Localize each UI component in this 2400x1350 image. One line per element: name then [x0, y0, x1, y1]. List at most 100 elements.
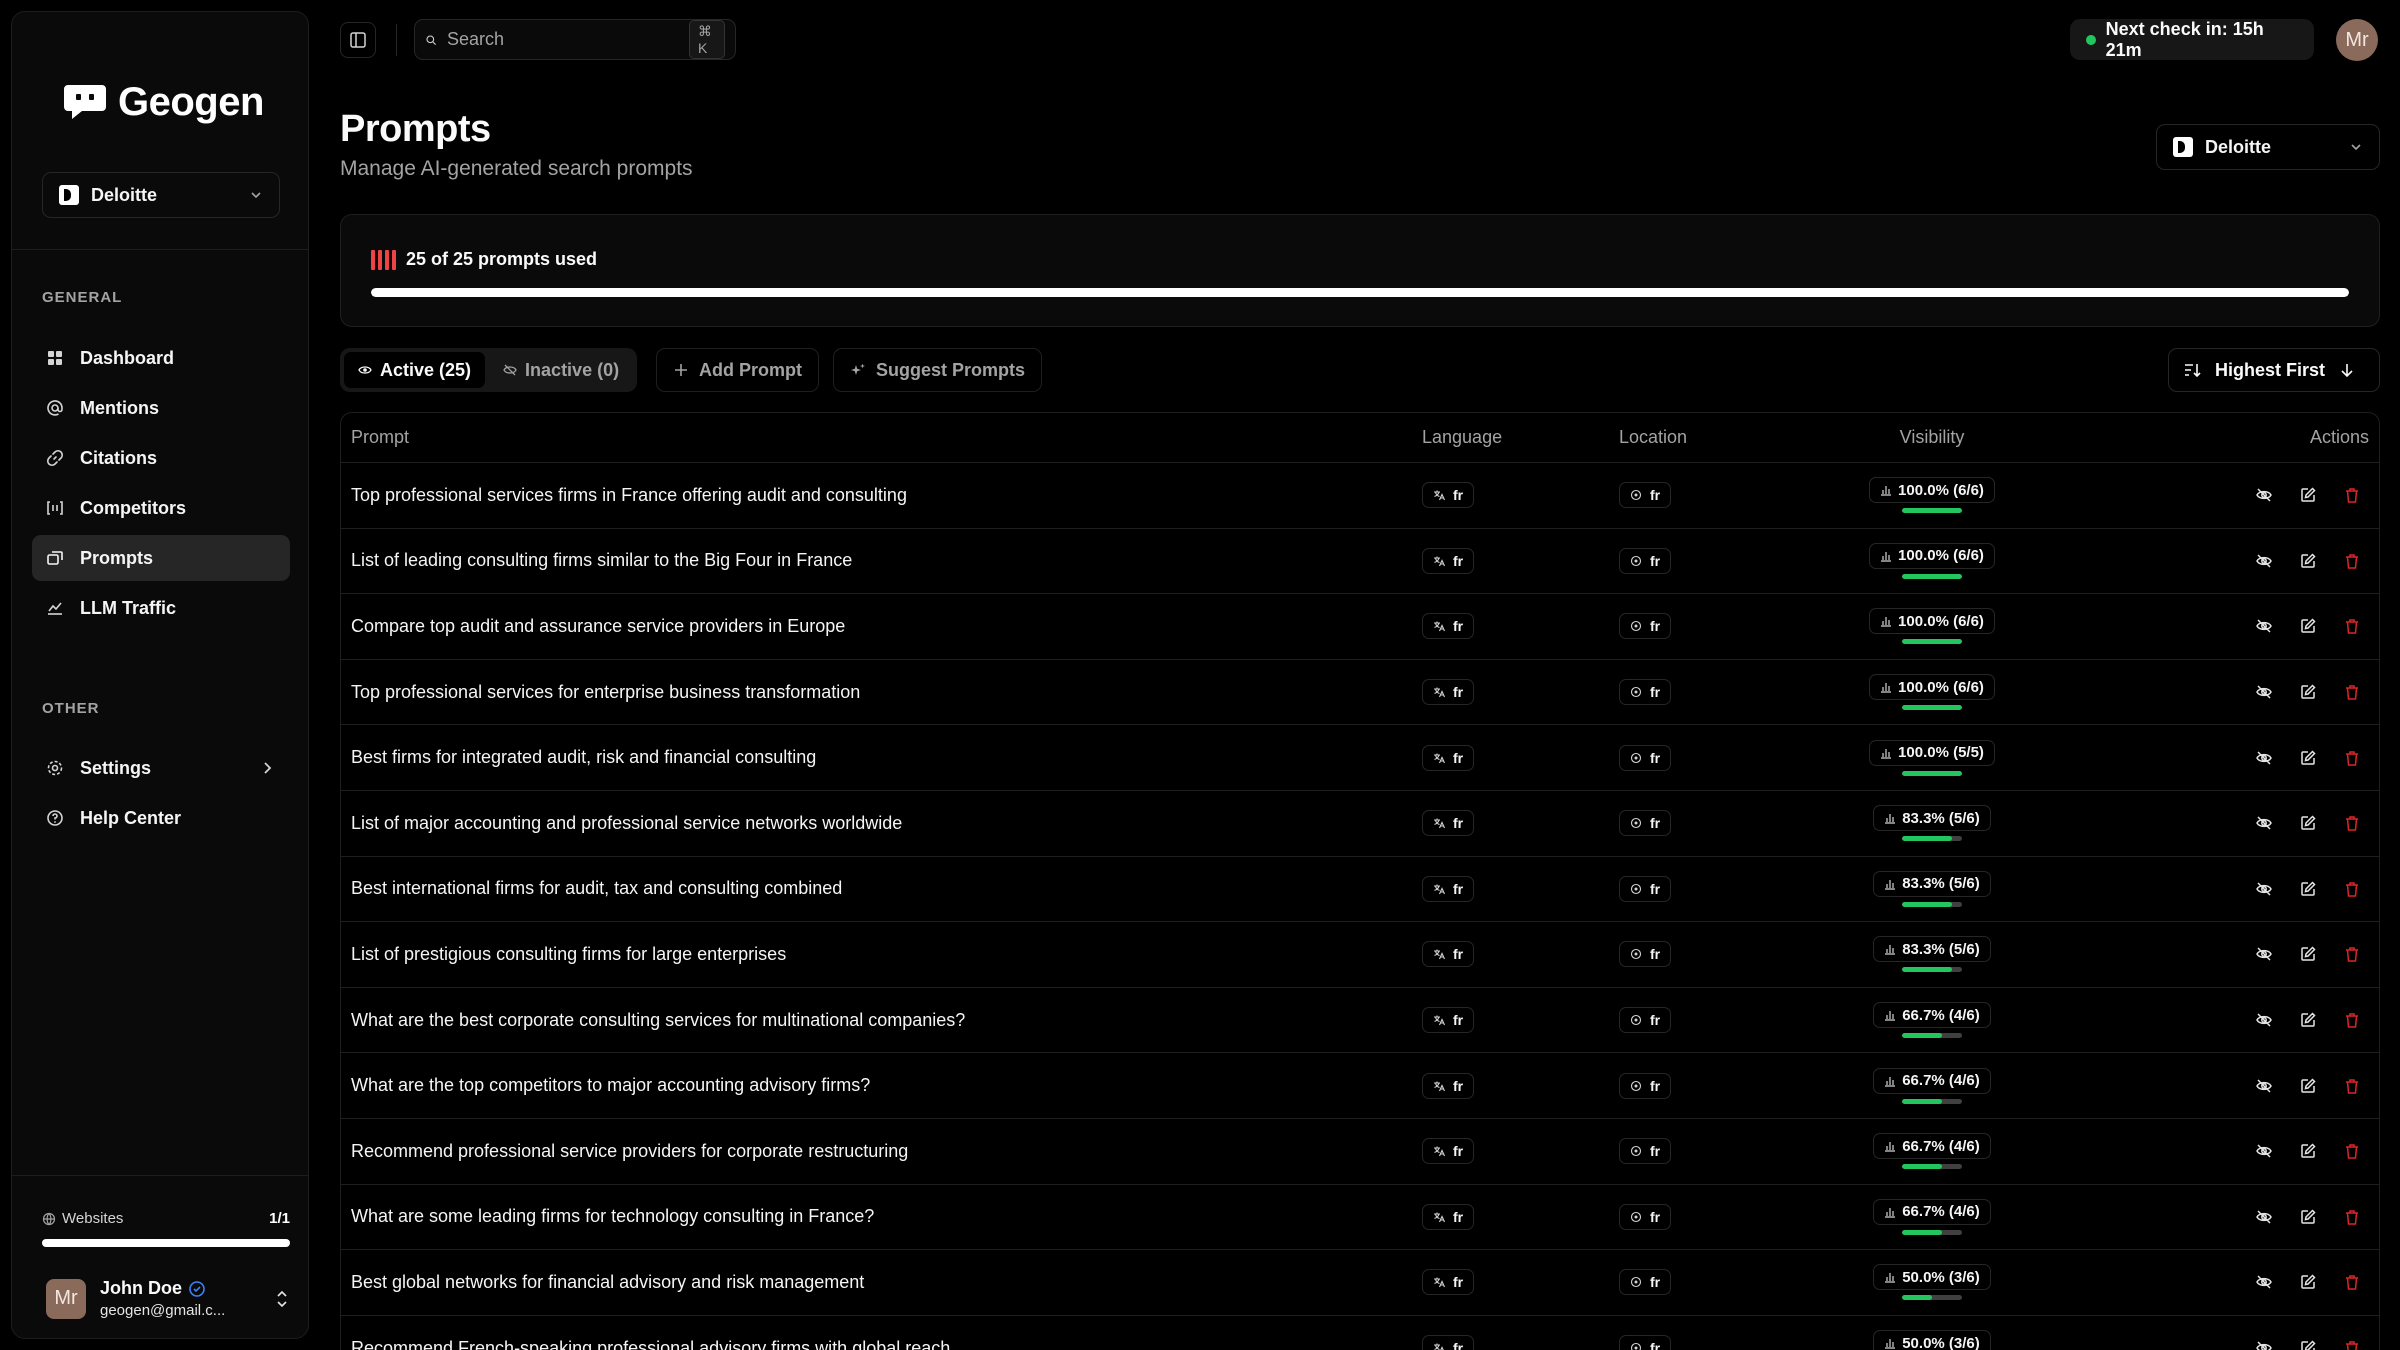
table-row[interactable]: Top professional services for enterprise… — [341, 660, 2379, 726]
add-prompt-button[interactable]: Add Prompt — [656, 348, 819, 392]
location-code: fr — [1650, 880, 1661, 897]
delete-button[interactable] — [2343, 1142, 2361, 1160]
search-input[interactable] — [446, 29, 679, 50]
delete-button[interactable] — [2343, 814, 2361, 832]
delete-button[interactable] — [2343, 683, 2361, 701]
geogen-logo-icon — [64, 85, 106, 119]
visibility-progress-bar — [1902, 573, 1962, 579]
bar-chart-icon — [1881, 683, 1892, 693]
sidebar-item-llm-traffic[interactable]: LLM Traffic — [32, 585, 290, 631]
trash-icon — [2346, 1275, 2358, 1291]
column-header-location[interactable]: Location — [1619, 427, 1819, 448]
location-badge: fr — [1619, 613, 1672, 640]
user-avatar-button[interactable]: Mr — [2336, 19, 2378, 61]
delete-button[interactable] — [2343, 1339, 2361, 1350]
sidebar-item-mentions[interactable]: Mentions — [32, 385, 290, 431]
visibility-progress-fill — [1902, 573, 1962, 579]
table-row[interactable]: Compare top audit and assurance service … — [341, 594, 2379, 660]
languages-icon — [1434, 621, 1445, 632]
edit-button[interactable] — [2299, 1339, 2317, 1350]
edit-button[interactable] — [2299, 486, 2317, 504]
language-cell: fr — [1422, 1072, 1619, 1099]
table-row[interactable]: Top professional services firms in Franc… — [341, 463, 2379, 529]
deactivate-button[interactable] — [2255, 880, 2273, 898]
sort-button[interactable]: Highest First — [2168, 348, 2380, 392]
deactivate-button[interactable] — [2255, 814, 2273, 832]
location-cell: fr — [1619, 1072, 1819, 1099]
search-box[interactable]: ⌘ K — [414, 19, 736, 60]
delete-button[interactable] — [2343, 1208, 2361, 1226]
brand-logo[interactable]: Geogen — [62, 76, 264, 128]
edit-button[interactable] — [2299, 1142, 2317, 1160]
delete-button[interactable] — [2343, 945, 2361, 963]
column-header-prompt[interactable]: Prompt — [341, 427, 1422, 448]
delete-button[interactable] — [2343, 617, 2361, 635]
org-selector-header[interactable]: Deloitte — [2156, 124, 2380, 170]
edit-button[interactable] — [2299, 1011, 2317, 1029]
edit-button[interactable] — [2299, 617, 2317, 635]
eye-off-icon — [2256, 619, 2272, 634]
deactivate-button[interactable] — [2255, 945, 2273, 963]
edit-icon — [2301, 881, 2316, 896]
sidebar-item-dashboard[interactable]: Dashboard — [32, 335, 290, 381]
sidebar-item-competitors[interactable]: Competitors — [32, 485, 290, 531]
table-row[interactable]: Recommend French-speaking professional a… — [341, 1316, 2379, 1350]
deactivate-button[interactable] — [2255, 1142, 2273, 1160]
visibility-badge: 50.0% (3/6) — [1873, 1330, 1991, 1350]
edit-button[interactable] — [2299, 880, 2317, 898]
language-cell: fr — [1422, 1138, 1619, 1165]
table-row[interactable]: Best global networks for financial advis… — [341, 1250, 2379, 1316]
delete-button[interactable] — [2343, 486, 2361, 504]
table-row[interactable]: Best international firms for audit, tax … — [341, 857, 2379, 923]
deactivate-button[interactable] — [2255, 1339, 2273, 1350]
delete-button[interactable] — [2343, 1273, 2361, 1291]
language-code: fr — [1453, 1077, 1464, 1094]
tab-inactive[interactable]: Inactive (0) — [489, 352, 633, 388]
deactivate-button[interactable] — [2255, 552, 2273, 570]
user-menu[interactable]: Mr John Doe geogen@gmail.c... — [46, 1278, 290, 1319]
language-code: fr — [1453, 880, 1464, 897]
deactivate-button[interactable] — [2255, 617, 2273, 635]
edit-button[interactable] — [2299, 814, 2317, 832]
deactivate-button[interactable] — [2255, 749, 2273, 767]
edit-button[interactable] — [2299, 1077, 2317, 1095]
edit-button[interactable] — [2299, 749, 2317, 767]
delete-button[interactable] — [2343, 880, 2361, 898]
tab-active[interactable]: Active (25) — [344, 352, 486, 388]
sidebar-item-settings[interactable]: Settings — [32, 745, 290, 791]
deactivate-button[interactable] — [2255, 1208, 2273, 1226]
edit-button[interactable] — [2299, 1273, 2317, 1291]
edit-button[interactable] — [2299, 1208, 2317, 1226]
search-icon — [426, 34, 436, 45]
table-row[interactable]: What are the best corporate consulting s… — [341, 988, 2379, 1054]
column-header-visibility[interactable]: Visibility — [1819, 427, 2045, 448]
prompt-text: What are the top competitors to major ac… — [351, 1075, 871, 1096]
deactivate-button[interactable] — [2255, 683, 2273, 701]
deactivate-button[interactable] — [2255, 1273, 2273, 1291]
edit-button[interactable] — [2299, 683, 2317, 701]
table-row[interactable]: List of major accounting and professiona… — [341, 791, 2379, 857]
table-row[interactable]: Best firms for integrated audit, risk an… — [341, 725, 2379, 791]
column-header-language[interactable]: Language — [1422, 427, 1619, 448]
sidebar-item-prompts[interactable]: Prompts — [32, 535, 290, 581]
org-selector[interactable]: Deloitte — [42, 172, 280, 218]
table-row[interactable]: List of leading consulting firms similar… — [341, 529, 2379, 595]
delete-button[interactable] — [2343, 552, 2361, 570]
deactivate-button[interactable] — [2255, 486, 2273, 504]
edit-button[interactable] — [2299, 945, 2317, 963]
delete-button[interactable] — [2343, 749, 2361, 767]
table-row[interactable]: What are the top competitors to major ac… — [341, 1053, 2379, 1119]
table-row[interactable]: Recommend professional service providers… — [341, 1119, 2379, 1185]
sidebar-item-help-center[interactable]: Help Center — [32, 795, 290, 841]
delete-button[interactable] — [2343, 1011, 2361, 1029]
sidebar-item-citations[interactable]: Citations — [32, 435, 290, 481]
suggest-prompts-button[interactable]: Suggest Prompts — [833, 348, 1043, 392]
sidebar-toggle-button[interactable] — [340, 22, 376, 58]
table-row[interactable]: What are some leading firms for technolo… — [341, 1185, 2379, 1251]
delete-button[interactable] — [2343, 1077, 2361, 1095]
deactivate-button[interactable] — [2255, 1011, 2273, 1029]
visibility-value: 66.7% (4/6) — [1902, 1137, 1980, 1155]
edit-button[interactable] — [2299, 552, 2317, 570]
deactivate-button[interactable] — [2255, 1077, 2273, 1095]
table-row[interactable]: List of prestigious consulting firms for… — [341, 922, 2379, 988]
